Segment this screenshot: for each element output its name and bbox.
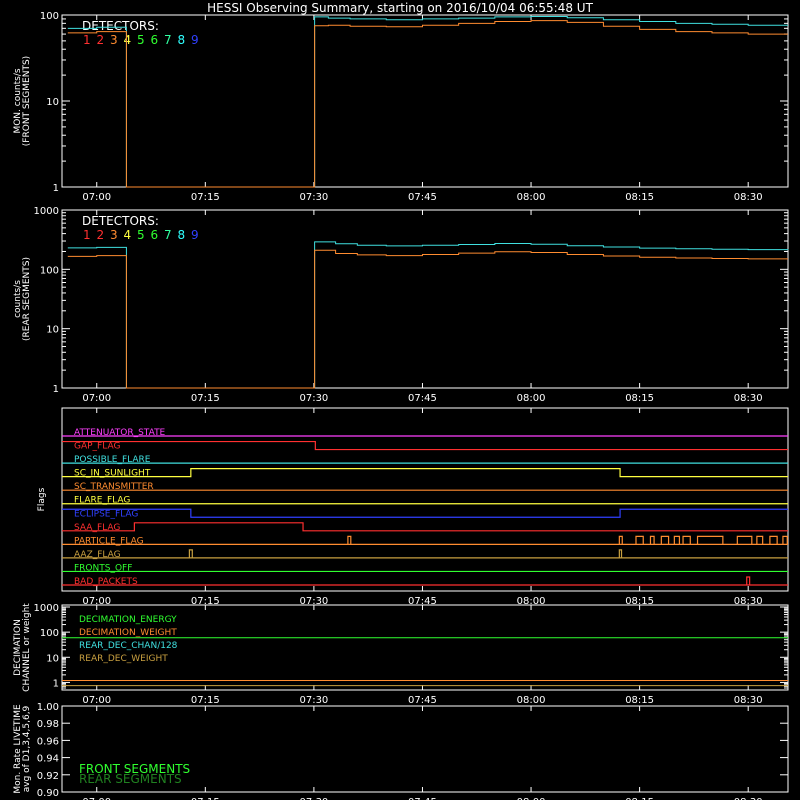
rear-panel-legend-detector-7: 7 [164,228,172,242]
decimation-panel-xtick-label: 08:00 [517,695,546,706]
rear-panel-legend-detector-4: 4 [124,228,132,242]
decimation-panel-legend-decimation-energy: DECIMATION_ENERGY [79,615,177,625]
figure-title: HESSI Observing Summary, starting on 201… [207,1,593,15]
front-panel-ytick-label: 100 [40,11,59,22]
rear-panel-ytick-label: 10 [46,325,59,336]
decimation-panel-ytick-label: 100 [40,628,59,639]
front-panel-xtick-label: 08:15 [625,192,654,203]
rear-panel-legend-detector-8: 8 [178,228,186,242]
rear-panel-xtick-label: 08:15 [625,393,654,404]
front-panel-legend-detector-8: 8 [178,33,186,47]
decimation-panel-legend-rear-dec-weight: REAR_DEC_WEIGHT [79,654,168,664]
rear-panel-xtick-label: 07:00 [82,393,111,404]
rear-panel-ytick-label: 1 [53,384,59,395]
front-panel-xtick-label: 07:00 [82,192,111,203]
flag-label: ECLIPSE_FLAG [74,509,138,519]
decimation-panel-xtick-label: 07:00 [82,695,111,706]
decimation-panel-xtick-label: 07:45 [408,695,437,706]
front-panel-xtick-label: 08:30 [734,192,763,203]
livetime-panel-ylabel: avg of D1,3,4,5,6,9 [22,705,32,792]
rear-panel-legend-detector-2: 2 [97,228,105,242]
front-panel-xtick-label: 08:00 [517,192,546,203]
decimation-panel-ytick-label: 1000 [34,603,59,614]
decimation-panel-ytick-label: 10 [46,653,59,664]
rear-panel-xtick-label: 08:00 [517,393,546,404]
decimation-panel-xtick-label: 07:15 [191,695,220,706]
front-panel-legend-detector-5: 5 [137,33,145,47]
front-panel-xtick-label: 07:30 [299,192,328,203]
rear-panel-xtick-label: 07:30 [299,393,328,404]
rear-panel-legend-detector-6: 6 [151,228,159,242]
rear-panel-ytick-label: 1000 [34,206,59,217]
rear-panel-xtick-label: 07:45 [408,393,437,404]
front-panel-legend-detector-9: 9 [191,33,199,47]
front-panel-legend-detector-2: 2 [97,33,105,47]
front-panel-legend-title: DETECTORS: [82,19,159,33]
rear-panel-legend-detector-1: 1 [83,228,91,242]
rear-panel-ylabel: (REAR SEGMENTS) [22,257,32,341]
decimation-panel-ylabel: CHANNEL or weight [22,603,32,692]
decimation-panel-legend-rear-dec-chan-128: REAR_DEC_CHAN/128 [79,641,178,651]
decimation-panel-xtick-label: 08:30 [734,695,763,706]
front-panel-ytick-label: 10 [46,97,59,108]
decimation-panel-xtick-label: 07:30 [299,695,328,706]
front-panel-xtick-label: 07:45 [408,192,437,203]
decimation-panel-xtick-label: 08:15 [625,695,654,706]
livetime-panel-legend-rear-segments: REAR SEGMENTS [79,772,182,786]
rear-panel-legend-detector-5: 5 [137,228,145,242]
flag-label: GAP_FLAG [74,442,120,452]
front-panel-ylabel: (FRONT SEGMENTS) [22,56,32,146]
livetime-panel-ytick-label: 0.96 [37,736,59,747]
front-panel-legend-detector-6: 6 [151,33,159,47]
front-panel-legend-detector-4: 4 [124,33,132,47]
rear-panel-legend-detector-9: 9 [191,228,199,242]
livetime-panel-ytick-label: 0.98 [37,719,59,730]
decimation-panel-ytick-label: 1 [53,678,59,689]
rear-panel-xtick-label: 08:30 [734,393,763,404]
livetime-panel-ytick-label: 0.94 [37,754,59,765]
observing-summary-figure: HESSI Observing Summary, starting on 201… [0,0,800,800]
front-panel-legend-detector-7: 7 [164,33,172,47]
front-panel-ytick-label: 1 [53,183,59,194]
rear-panel-ytick-label: 100 [40,265,59,276]
livetime-panel-ytick-label: 1.00 [37,702,59,713]
livetime-panel-ytick-label: 0.92 [37,771,59,782]
rear-panel-legend-title: DETECTORS: [82,214,159,228]
livetime-panel-ytick-label: 0.90 [37,788,59,799]
decimation-panel-legend-decimation-weight: DECIMATION_WEIGHT [79,628,177,638]
front-panel-xtick-label: 07:15 [191,192,220,203]
front-panel-legend-detector-1: 1 [83,33,91,47]
rear-panel-xtick-label: 07:15 [191,393,220,404]
flags-panel-ylabel: Flags [37,487,47,511]
rear-panel-legend-detector-3: 3 [110,228,118,242]
front-panel-legend-detector-3: 3 [110,33,118,47]
